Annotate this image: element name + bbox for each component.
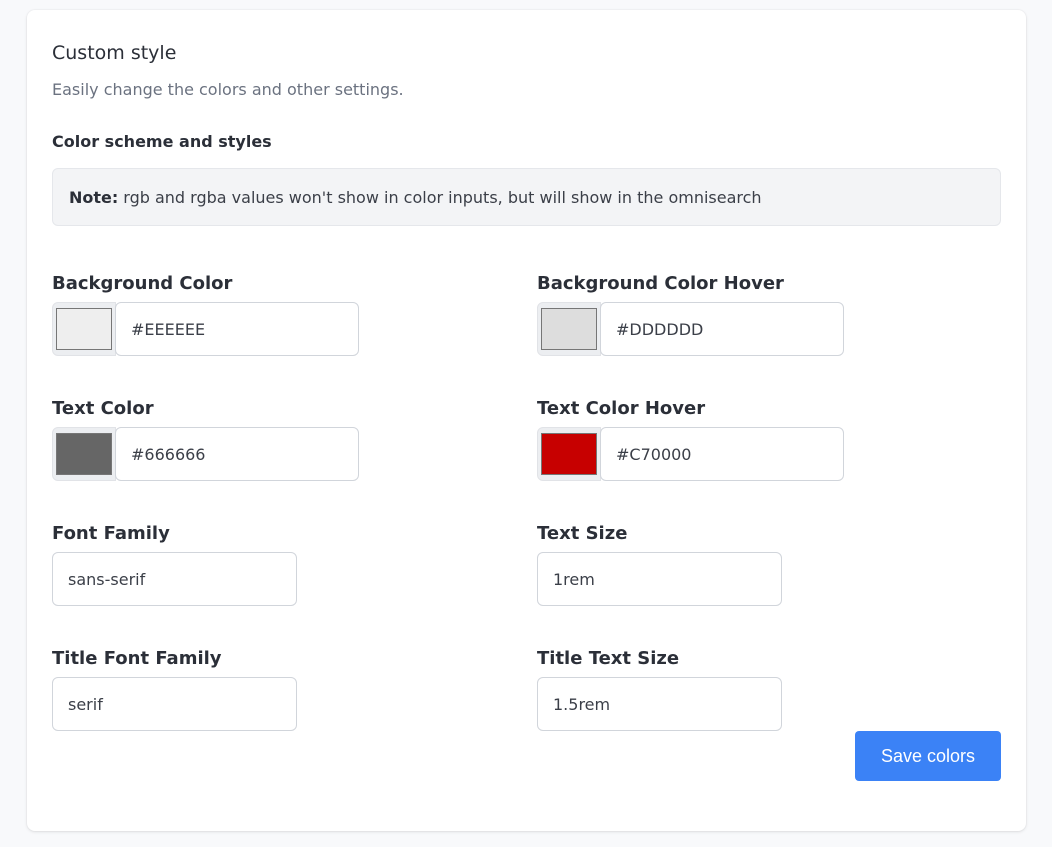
- page-subtitle: Easily change the colors and other setti…: [52, 80, 404, 99]
- text-size-label: Text Size: [537, 523, 628, 544]
- background-color-field: Background Color #EEEEEE: [52, 272, 359, 356]
- font-family-input[interactable]: sans-serif: [52, 552, 297, 606]
- note-box: Note: rgb and rgba values won't show in …: [52, 168, 1001, 226]
- background-color-hover-picker[interactable]: [537, 302, 601, 356]
- text-size-field: Text Size 1rem: [537, 522, 782, 606]
- title-font-family-field: Title Font Family serif: [52, 647, 297, 731]
- background-color-hover-label: Background Color Hover: [537, 273, 784, 294]
- text-color-hover-picker[interactable]: [537, 427, 601, 481]
- title-font-family-input[interactable]: serif: [52, 677, 297, 731]
- save-colors-button[interactable]: Save colors: [855, 731, 1001, 781]
- text-color-label: Text Color: [52, 398, 154, 419]
- page-title: Custom style: [52, 42, 177, 64]
- font-family-label: Font Family: [52, 523, 170, 544]
- background-color-label: Background Color: [52, 273, 233, 294]
- section-heading: Color scheme and styles: [52, 132, 272, 151]
- text-color-picker[interactable]: [52, 427, 116, 481]
- title-text-size-input[interactable]: 1.5rem: [537, 677, 782, 731]
- text-color-hover-label: Text Color Hover: [537, 398, 706, 419]
- background-color-picker[interactable]: [52, 302, 116, 356]
- background-color-hover-swatch: [541, 308, 597, 350]
- text-color-field: Text Color #666666: [52, 397, 359, 481]
- note-label: Note:: [69, 187, 119, 207]
- text-color-hover-input[interactable]: #C70000: [600, 427, 844, 481]
- background-color-hover-field: Background Color Hover #DDDDDD: [537, 272, 844, 356]
- note-text: rgb and rgba values won't show in color …: [123, 187, 762, 207]
- background-color-hover-input[interactable]: #DDDDDD: [600, 302, 844, 356]
- title-text-size-field: Title Text Size 1.5rem: [537, 647, 782, 731]
- font-family-field: Font Family sans-serif: [52, 522, 297, 606]
- text-color-swatch: [56, 433, 112, 475]
- title-font-family-label: Title Font Family: [52, 648, 222, 669]
- background-color-input[interactable]: #EEEEEE: [115, 302, 359, 356]
- background-color-swatch: [56, 308, 112, 350]
- title-text-size-label: Title Text Size: [537, 648, 680, 669]
- text-color-hover-field: Text Color Hover #C70000: [537, 397, 844, 481]
- text-color-hover-swatch: [541, 433, 597, 475]
- text-color-input[interactable]: #666666: [115, 427, 359, 481]
- text-size-input[interactable]: 1rem: [537, 552, 782, 606]
- custom-style-card: Custom style Easily change the colors an…: [27, 10, 1026, 831]
